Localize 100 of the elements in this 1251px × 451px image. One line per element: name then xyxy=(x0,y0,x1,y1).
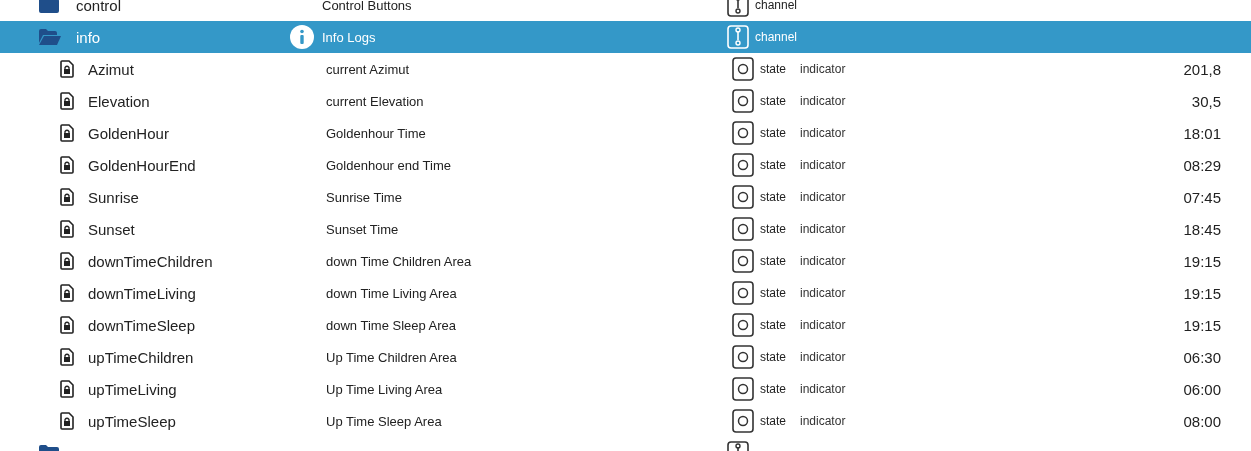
description-text: Sunset Time xyxy=(326,221,399,237)
role-text: indicator xyxy=(800,254,846,268)
value-text: 18:01 xyxy=(1183,124,1221,142)
value-text: 19:15 xyxy=(1183,252,1221,270)
locked-file-icon xyxy=(60,348,74,366)
object-name: upTimeLiving xyxy=(88,380,177,398)
locked-file-icon xyxy=(60,92,74,110)
value-text: 201,8 xyxy=(1183,60,1221,78)
object-name: downTimeLiving xyxy=(88,284,196,302)
role-text: indicator xyxy=(800,382,846,396)
locked-file-icon xyxy=(60,156,74,174)
role-text: indicator xyxy=(800,190,846,204)
value-text: 30,5 xyxy=(1191,92,1221,110)
role-text: indicator xyxy=(800,94,846,108)
role-text: indicator xyxy=(800,126,846,140)
tree-row[interactable]: downTimeSleep down Time Sleep Area state indicator 19:15 xyxy=(0,309,1251,341)
role-text: indicator xyxy=(800,158,846,172)
description-text: Info Logs xyxy=(322,29,376,45)
object-name: Elevation xyxy=(88,92,150,110)
state-icon xyxy=(732,185,754,209)
description-text: Sunrise Time xyxy=(326,189,402,205)
tree-row[interactable]: GoldenHourEnd Goldenhour end Time state indicator 08:29 xyxy=(0,149,1251,181)
description-text: Up Time Living Area xyxy=(326,381,443,397)
state-icon xyxy=(732,377,754,401)
object-name: control xyxy=(76,0,122,14)
description-text: current Elevation xyxy=(326,93,424,109)
tree-row[interactable]: control Control Buttons channel xyxy=(0,0,1251,21)
description-text: Goldenhour Time xyxy=(326,125,426,141)
object-name: info xyxy=(76,28,101,46)
object-name: downTimeChildren xyxy=(88,252,213,270)
type-text: channel xyxy=(755,30,798,44)
object-name: GoldenHour xyxy=(88,124,169,142)
tree-row[interactable]: GoldenHour Goldenhour Time state indicator 18:01 xyxy=(0,117,1251,149)
object-name: upTimeChildren xyxy=(88,348,194,366)
state-icon xyxy=(732,409,754,433)
type-text: state xyxy=(760,254,786,268)
value-text: 07:45 xyxy=(1183,188,1221,206)
type-text: state xyxy=(760,318,786,332)
tree-row[interactable]: upTimeSleep Up Time Sleep Area state indicator 08:00 xyxy=(0,405,1251,437)
state-icon xyxy=(732,89,754,113)
type-text: state xyxy=(760,158,786,172)
locked-file-icon xyxy=(60,124,74,142)
value-text: 08:29 xyxy=(1183,156,1221,174)
type-text: state xyxy=(760,190,786,204)
value-text: 19:15 xyxy=(1183,316,1221,334)
type-text: state xyxy=(760,62,786,76)
role-text: indicator xyxy=(800,222,846,236)
locked-file-icon xyxy=(60,316,74,334)
role-text: indicator xyxy=(800,350,846,364)
object-name: Sunset xyxy=(88,220,135,238)
state-icon xyxy=(732,313,754,337)
description-text: down Time Living Area xyxy=(326,285,457,301)
tree-row[interactable]: downTimeChildren down Time Children Area state indicator 19:15 xyxy=(0,245,1251,277)
state-icon xyxy=(732,121,754,145)
description-text: down Time Sleep Area xyxy=(326,317,457,333)
type-text: state xyxy=(760,94,786,108)
type-text: state xyxy=(760,350,786,364)
value-text: 19:15 xyxy=(1183,284,1221,302)
value-text: 06:00 xyxy=(1183,380,1221,398)
locked-file-icon xyxy=(60,284,74,302)
state-icon xyxy=(732,57,754,81)
value-text: 06:30 xyxy=(1183,348,1221,366)
type-text: state xyxy=(760,222,786,236)
object-name: GoldenHourEnd xyxy=(88,156,196,174)
locked-file-icon xyxy=(60,220,74,238)
description-text: Control Buttons xyxy=(322,0,412,13)
tree-row[interactable]: Azimut current Azimut state indicator 201,8 xyxy=(0,53,1251,85)
tree-row[interactable]: downTimeLiving down Time Living Area state indicator 19:15 xyxy=(0,277,1251,309)
type-text: state xyxy=(760,382,786,396)
info-icon[interactable] xyxy=(290,25,314,49)
channel-icon xyxy=(727,0,749,17)
object-name: Azimut xyxy=(88,60,134,78)
state-icon xyxy=(732,153,754,177)
object-name: Sunrise xyxy=(88,188,139,206)
locked-file-icon xyxy=(60,188,74,206)
description-text: down Time Children Area xyxy=(326,253,472,269)
tree-row[interactable]: upTimeLiving Up Time Living Area state indicator 06:00 xyxy=(0,373,1251,405)
locked-file-icon xyxy=(60,252,74,270)
role-text: indicator xyxy=(800,318,846,332)
tree-row[interactable]: Sunset Sunset Time state indicator 18:45 xyxy=(0,213,1251,245)
state-icon xyxy=(732,281,754,305)
open-folder-icon[interactable] xyxy=(38,28,62,46)
state-icon xyxy=(732,249,754,273)
object-name: upTimeSleep xyxy=(88,412,176,430)
description-text: current Azimut xyxy=(326,61,410,77)
folder-icon[interactable] xyxy=(38,0,62,14)
tree-row[interactable]: upTimeChildren Up Time Children Area state indicator 06:30 xyxy=(0,341,1251,373)
tree-row[interactable]: Sunrise Sunrise Time state indicator 07:45 xyxy=(0,181,1251,213)
role-text: indicator xyxy=(800,62,846,76)
state-icon xyxy=(732,345,754,369)
role-text: indicator xyxy=(800,286,846,300)
type-text: state xyxy=(760,126,786,140)
role-text: indicator xyxy=(800,414,846,428)
locked-file-icon xyxy=(60,60,74,78)
value-text: 08:00 xyxy=(1183,412,1221,430)
tree-row[interactable]: Elevation current Elevation state indicator 30,5 xyxy=(0,85,1251,117)
object-name: downTimeSleep xyxy=(88,316,195,334)
type-text: channel xyxy=(755,0,798,12)
type-text: state xyxy=(760,414,786,428)
channel-icon xyxy=(727,25,749,49)
